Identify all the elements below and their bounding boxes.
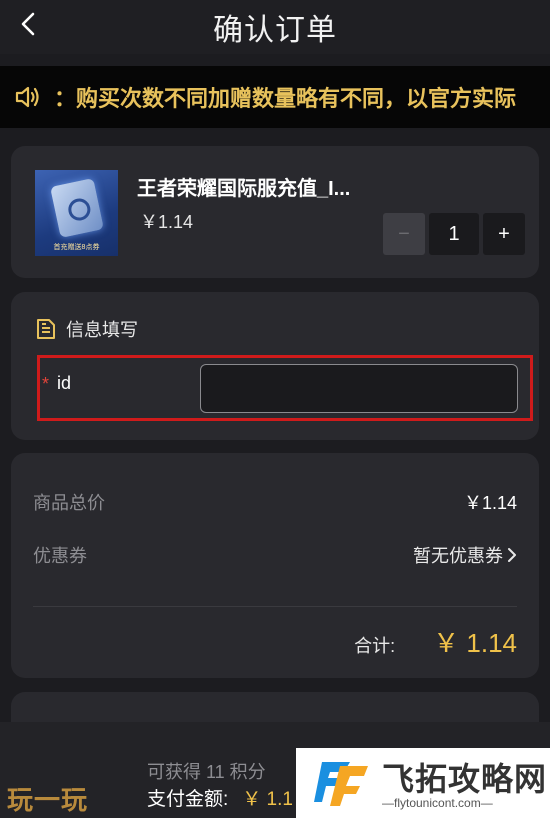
increase-button[interactable]: + [483,213,525,255]
id-input[interactable] [200,364,518,413]
info-section-label: 信息填写 [66,320,138,340]
thumbnail-caption: 首充赠送8点券 [53,244,100,251]
required-mark: * [42,374,50,394]
goods-total-label: 商品总价 [33,493,105,513]
speaker-icon [14,84,40,110]
product-price: ￥1.14 [140,212,194,232]
product-name: 王者荣耀国际服充值_I... [137,178,351,200]
id-label: id [57,373,72,393]
back-button[interactable] [14,9,42,39]
notice-bar: ：购买次数不同加赠数量略有不同，以官方实际 [0,66,550,128]
pay-amount: ￥ 1.1 [242,789,293,810]
quantity-value[interactable]: 1 [429,213,479,255]
coupon-row[interactable]: 优惠券 暂无优惠券 [33,542,517,568]
summary-card: 商品总价 ￥1.14 优惠券 暂无优惠券 合计: ￥ 1.14 [11,453,539,678]
flytou-logo-icon [314,762,368,806]
decrease-button[interactable]: − [383,213,425,255]
document-icon [37,319,55,339]
watermark-site-name: 飞拓攻略网 [382,761,548,797]
goods-total-value: ￥1.14 [463,493,517,513]
total-row: 合计: ￥ 1.14 [354,623,517,660]
coupon-card-icon [50,177,104,239]
watermark-site-url: —flytounicont.com— [382,796,493,810]
pay-label: 支付金额: [147,789,229,810]
points-text: 可获得 11 积分 [147,762,266,782]
product-card: 首充赠送8点券 王者荣耀国际服充值_I... ￥1.14 − 1 + [11,146,539,278]
chevron-right-icon [508,548,516,562]
info-section-title: 信息填写 [36,316,138,342]
coupon-value: 暂无优惠券 [413,546,503,566]
notice-text: ：购买次数不同加赠数量略有不同，以官方实际 [54,86,517,111]
product-thumbnail: 首充赠送8点券 [35,170,118,256]
total-label: 合计: [354,636,396,656]
id-field-row: * id [37,355,533,421]
page-title: 确认订单 [213,14,337,47]
coupon-selector[interactable]: 暂无优惠券 [413,542,517,568]
watermark-left: 玩一玩 [7,785,89,815]
quantity-stepper: − 1 + [383,213,525,255]
total-value: ￥ 1.14 [433,628,517,658]
watermark-right: 飞拓攻略网 —flytounicont.com— [296,748,550,818]
header-bar: 确认订单 [0,0,550,54]
chevron-left-icon [21,12,35,36]
pay-amount-row: 支付金额: ￥ 1.1 [147,784,293,811]
goods-total-row: 商品总价 ￥1.14 [33,489,517,515]
info-card: 信息填写 * id [11,292,539,440]
divider [33,606,517,607]
coupon-label: 优惠券 [33,546,87,566]
